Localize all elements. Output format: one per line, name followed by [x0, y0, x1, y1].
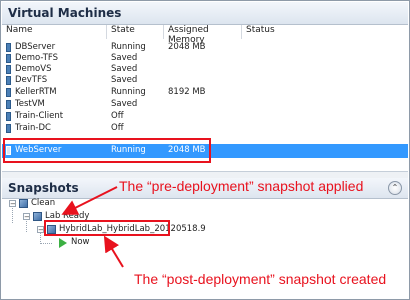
- snapshot-icon: [33, 212, 42, 221]
- vm-name: DBServer: [15, 42, 56, 52]
- column-header-state[interactable]: State: [107, 25, 164, 39]
- virtual-machines-title: Virtual Machines: [8, 6, 122, 20]
- vm-name: Train-DC: [15, 123, 51, 133]
- vm-icon: [6, 124, 11, 133]
- vm-icon: [6, 112, 11, 121]
- vm-state: Running: [111, 87, 146, 97]
- tree-connector: [26, 221, 27, 232]
- vm-name: KellerRTM: [15, 87, 57, 97]
- snapshots-title: Snapshots: [8, 181, 79, 195]
- pre-deployment-annotation: The “pre-deployment” snapshot applied: [119, 178, 364, 194]
- vm-row-testvm[interactable]: TestVM Saved: [2, 99, 408, 110]
- vm-memory: 8192 MB: [168, 87, 206, 97]
- vm-row-devtfs[interactable]: DevTFS Saved: [2, 75, 408, 86]
- vm-icon: [6, 88, 11, 97]
- hybridlab-highlight-box: [44, 220, 170, 236]
- vm-row-demo-tfs[interactable]: Demo-TFS Saved: [2, 53, 408, 64]
- vm-name: Train-Client: [15, 111, 64, 121]
- vm-state: Off: [111, 123, 124, 133]
- post-deployment-arrow: [103, 235, 124, 268]
- vm-icon: [6, 76, 11, 85]
- vm-state: Saved: [111, 75, 138, 85]
- post-deployment-annotation: The “post-deployment” snapshot created: [134, 271, 387, 287]
- vm-state: Saved: [111, 64, 138, 74]
- vm-row-kellerrtm[interactable]: KellerRTM Running 8192 MB: [2, 87, 408, 98]
- vm-name: Demo-TFS: [15, 53, 59, 63]
- vm-row-dbserver[interactable]: DBServer Running 2048 MB: [2, 42, 408, 53]
- chevron-up-icon[interactable]: ⌃: [388, 181, 402, 195]
- collapse-toggle-hybridlab[interactable]: −: [37, 226, 44, 234]
- vm-state: Saved: [111, 99, 138, 109]
- vm-row-demovs[interactable]: DemoVS Saved: [2, 64, 408, 75]
- vm-icon: [6, 65, 11, 74]
- tree-connector: [40, 243, 52, 244]
- snapshot-now[interactable]: Now: [71, 237, 90, 248]
- vm-name: DevTFS: [15, 75, 48, 85]
- snapshot-icon: [19, 199, 28, 208]
- webserver-highlight-box: [3, 138, 211, 163]
- collapse-toggle-clean[interactable]: −: [9, 200, 16, 208]
- play-icon: [59, 238, 67, 248]
- column-header-name[interactable]: Name: [2, 25, 107, 39]
- vm-icon: [6, 54, 11, 63]
- vm-name: DemoVS: [15, 64, 52, 74]
- vm-icon: [6, 43, 11, 52]
- hyper-v-manager-window: Virtual Machines Name State Assigned Mem…: [0, 0, 410, 300]
- snapshot-clean[interactable]: Clean: [31, 198, 55, 209]
- vm-memory: 2048 MB: [168, 42, 206, 52]
- vm-icon: [6, 100, 11, 109]
- virtual-machines-header: Virtual Machines: [2, 2, 408, 25]
- vm-row-train-client[interactable]: Train-Client Off: [2, 111, 408, 122]
- column-header-status[interactable]: Status: [242, 25, 408, 39]
- vm-state: Running: [111, 42, 146, 52]
- tree-connector: [12, 208, 13, 223]
- vm-name: TestVM: [15, 99, 45, 109]
- vm-state: Off: [111, 111, 124, 121]
- column-header-assigned-memory[interactable]: Assigned Memory: [164, 25, 242, 45]
- vm-row-train-dc[interactable]: Train-DC Off: [2, 123, 408, 134]
- vm-state: Saved: [111, 53, 138, 63]
- collapse-toggle-lab-ready[interactable]: −: [23, 213, 30, 221]
